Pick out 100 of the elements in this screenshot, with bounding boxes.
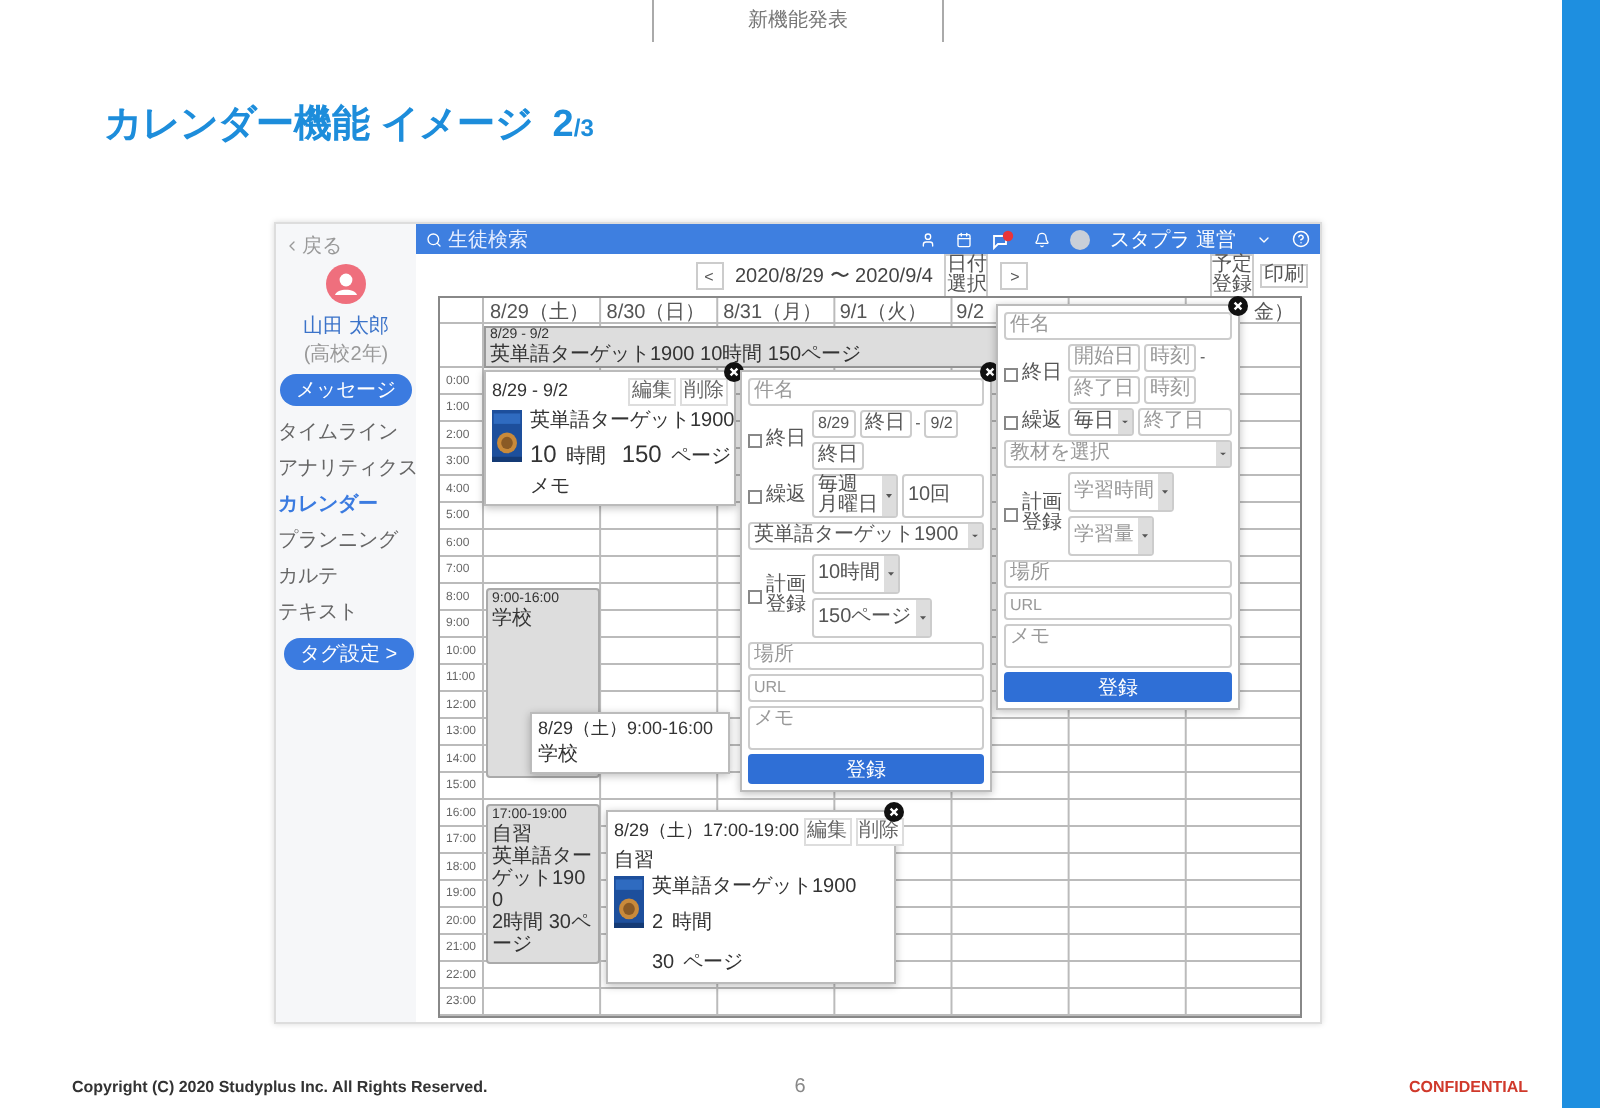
- material-select[interactable]: 英単語ターゲット1900: [748, 522, 984, 550]
- confidential-label: CONFIDENTIAL: [1408, 1078, 1528, 1096]
- study-time-select[interactable]: 10時間: [812, 554, 901, 594]
- close-icon[interactable]: [1228, 296, 1248, 316]
- date-field[interactable]: 時刻: [1144, 344, 1196, 372]
- checkbox[interactable]: [748, 489, 762, 503]
- calendar-icon[interactable]: [956, 231, 973, 247]
- study-amount-select[interactable]: 150ページ: [812, 598, 932, 638]
- date-field[interactable]: 時刻: [1144, 376, 1196, 404]
- message-button[interactable]: メッセージ: [280, 374, 412, 406]
- checkbox[interactable]: [1004, 507, 1018, 521]
- study-amount: 30 ページ: [652, 949, 746, 977]
- url-field[interactable]: URL: [1004, 592, 1232, 620]
- caret-icon: [1138, 518, 1152, 554]
- user-grade: (高校2年): [303, 341, 389, 368]
- delete-button[interactable]: 削除: [680, 378, 728, 406]
- memo-text: メモ: [530, 475, 572, 498]
- sidebar-item[interactable]: プランニング: [276, 522, 416, 558]
- date-field[interactable]: 開始日: [1068, 344, 1140, 372]
- back-link[interactable]: 戻る: [284, 232, 416, 260]
- date-field[interactable]: 終日: [859, 410, 912, 438]
- url-field[interactable]: URL: [748, 674, 984, 702]
- book-title: 英単語ターゲット1900: [652, 876, 857, 898]
- account-name[interactable]: スタプラ 運営: [1110, 225, 1236, 253]
- date-field[interactable]: 終日: [812, 442, 864, 470]
- repeat-select[interactable]: 毎週 月曜日: [812, 474, 898, 518]
- checkbox[interactable]: [1004, 415, 1018, 429]
- repeat-select[interactable]: 毎日: [1068, 408, 1134, 436]
- help-icon[interactable]: [1292, 230, 1310, 248]
- checkbox[interactable]: [748, 589, 762, 603]
- register-button[interactable]: 登録: [748, 754, 984, 784]
- checkbox-label: 計画登録: [766, 576, 808, 616]
- caret-icon: [1158, 474, 1172, 510]
- sidebar-item[interactable]: アナリティクス: [276, 450, 416, 486]
- page-number: 6: [794, 1076, 806, 1098]
- checkbox-label: 繰返: [1022, 412, 1064, 432]
- account-avatar-icon: [1070, 229, 1091, 249]
- place-field[interactable]: 場所: [1004, 560, 1232, 588]
- user-name: 山田 太郎: [303, 313, 389, 340]
- checkbox-label: 終日: [1022, 364, 1064, 384]
- caret-icon: [915, 600, 930, 636]
- repeat-end-field[interactable]: 10回: [902, 474, 984, 518]
- day-header: 金）: [1253, 300, 1294, 326]
- date-field[interactable]: 9/2: [924, 410, 959, 438]
- print-button[interactable]: 印刷: [1260, 264, 1308, 288]
- edit-button[interactable]: 編集: [628, 378, 676, 406]
- day-header: 8/31（月）: [723, 300, 823, 326]
- checkbox[interactable]: [748, 433, 762, 447]
- caret-icon: [1216, 442, 1230, 466]
- search-icon: [426, 231, 442, 247]
- chevron-left-icon: [284, 238, 300, 254]
- repeat-end-field[interactable]: 終了日: [1138, 408, 1232, 436]
- study-amount: 150 ページ: [621, 438, 731, 472]
- day-header: 9/2: [956, 301, 985, 323]
- checkbox-label: 繰返: [766, 486, 808, 506]
- study-time-select[interactable]: 学習時間: [1068, 472, 1174, 512]
- next-button[interactable]: >: [1000, 262, 1029, 290]
- material-select[interactable]: 教材を選択: [1004, 440, 1232, 468]
- copyright: Copyright (C) 2020 Studyplus Inc. All Rights Reserved.: [72, 1078, 490, 1096]
- memo-field[interactable]: メモ: [748, 706, 984, 750]
- chat-icon[interactable]: [992, 229, 1015, 249]
- previous-button[interactable]: <: [695, 262, 723, 290]
- sidebar-item[interactable]: カレンダー: [276, 486, 416, 522]
- place-field[interactable]: 場所: [748, 642, 984, 670]
- date-range: 2020/8/29 〜 2020/9/4: [735, 264, 933, 290]
- person-icon[interactable]: [920, 231, 937, 247]
- separator: -: [1200, 349, 1206, 367]
- event-title: 学校: [538, 743, 580, 766]
- date-picker-button[interactable]: 日付選択: [944, 254, 989, 298]
- title-field[interactable]: 件名: [1004, 312, 1232, 340]
- add-event-button[interactable]: 予定登録: [1210, 254, 1254, 298]
- separator: -: [915, 415, 921, 433]
- avatar-icon: [326, 264, 366, 304]
- day-header: 9/1（火）: [839, 299, 928, 326]
- sidebar-item[interactable]: タイムライン: [276, 414, 416, 450]
- close-icon[interactable]: [884, 802, 904, 822]
- memo-field[interactable]: メモ: [1004, 624, 1232, 668]
- slide-title: カレンダー機能 イメージ: [104, 102, 533, 150]
- day-header: 8/29（土）: [490, 299, 589, 326]
- caret-icon: [882, 476, 896, 516]
- caret-icon: [1118, 410, 1132, 434]
- study-amount: 2 時間: [652, 909, 715, 938]
- date-field[interactable]: 終了日: [1068, 376, 1140, 404]
- sidebar-item[interactable]: カルテ: [276, 558, 416, 594]
- edit-button[interactable]: 編集: [803, 818, 852, 846]
- event-date: 8/29（土）17:00-19:00: [614, 822, 800, 842]
- search-field[interactable]: 生徒検索: [426, 225, 528, 253]
- checkbox[interactable]: [1004, 367, 1018, 381]
- event-date: 8/29 - 9/2: [492, 382, 569, 402]
- register-button[interactable]: 登録: [1004, 672, 1232, 702]
- sidebar-item[interactable]: テキスト: [276, 594, 416, 630]
- page-indicator: 2/3: [552, 104, 594, 148]
- delete-button[interactable]: 削除: [855, 818, 904, 846]
- tag-settings-button[interactable]: タグ設定 >: [284, 638, 414, 670]
- study-amount: 10 時間: [530, 438, 606, 472]
- title-field[interactable]: 件名: [748, 378, 984, 406]
- date-field[interactable]: 8/29: [812, 410, 856, 438]
- study-amount-select[interactable]: 学習量: [1068, 516, 1154, 556]
- slide-header: 新機能発表: [748, 7, 848, 34]
- bell-icon[interactable]: [1034, 231, 1051, 247]
